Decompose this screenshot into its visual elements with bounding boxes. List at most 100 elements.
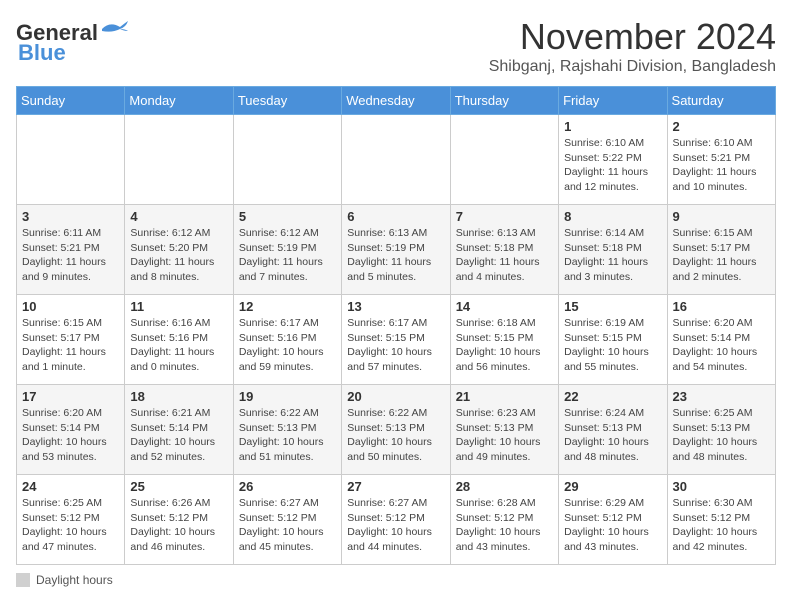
day-info: Sunrise: 6:12 AM Sunset: 5:20 PM Dayligh… xyxy=(130,226,227,285)
calendar-cell: 27 Sunrise: 6:27 AM Sunset: 5:12 PM Dayli… xyxy=(342,475,450,565)
day-number: 2 xyxy=(673,119,770,134)
day-info: Sunrise: 6:15 AM Sunset: 5:17 PM Dayligh… xyxy=(673,226,770,285)
calendar-cell: 29 Sunrise: 6:29 AM Sunset: 5:12 PM Dayli… xyxy=(559,475,667,565)
day-number: 5 xyxy=(239,209,336,224)
day-info: Sunrise: 6:10 AM Sunset: 5:22 PM Dayligh… xyxy=(564,136,661,195)
day-info: Sunrise: 6:10 AM Sunset: 5:21 PM Dayligh… xyxy=(673,136,770,195)
day-number: 17 xyxy=(22,389,119,404)
calendar-cell: 9 Sunrise: 6:15 AM Sunset: 5:17 PM Daylig… xyxy=(667,205,775,295)
day-info: Sunrise: 6:20 AM Sunset: 5:14 PM Dayligh… xyxy=(673,316,770,375)
day-info: Sunrise: 6:24 AM Sunset: 5:13 PM Dayligh… xyxy=(564,406,661,465)
day-info: Sunrise: 6:25 AM Sunset: 5:13 PM Dayligh… xyxy=(673,406,770,465)
day-info: Sunrise: 6:27 AM Sunset: 5:12 PM Dayligh… xyxy=(239,496,336,555)
day-number: 14 xyxy=(456,299,553,314)
location-subtitle: Shibganj, Rajshahi Division, Bangladesh xyxy=(489,58,776,76)
day-number: 26 xyxy=(239,479,336,494)
calendar-header-thursday: Thursday xyxy=(450,87,558,115)
day-number: 20 xyxy=(347,389,444,404)
calendar-cell xyxy=(233,115,341,205)
calendar-cell: 15 Sunrise: 6:19 AM Sunset: 5:15 PM Dayli… xyxy=(559,295,667,385)
day-number: 8 xyxy=(564,209,661,224)
day-number: 29 xyxy=(564,479,661,494)
calendar-cell: 8 Sunrise: 6:14 AM Sunset: 5:18 PM Daylig… xyxy=(559,205,667,295)
day-number: 18 xyxy=(130,389,227,404)
day-number: 10 xyxy=(22,299,119,314)
calendar-cell: 19Sunrise: 6:22 AM Sunset: 5:13 PM Dayli… xyxy=(233,385,341,475)
title-area: November 2024 Shibganj, Rajshahi Divisio… xyxy=(489,16,776,76)
day-info: Sunrise: 6:17 AM Sunset: 5:16 PM Dayligh… xyxy=(239,316,336,375)
calendar-cell: 16 Sunrise: 6:20 AM Sunset: 5:14 PM Dayli… xyxy=(667,295,775,385)
calendar-cell: 7Sunrise: 6:13 AM Sunset: 5:18 PM Daylig… xyxy=(450,205,558,295)
day-info: Sunrise: 6:27 AM Sunset: 5:12 PM Dayligh… xyxy=(347,496,444,555)
calendar-header-tuesday: Tuesday xyxy=(233,87,341,115)
day-number: 15 xyxy=(564,299,661,314)
calendar-cell: 3 Sunrise: 6:11 AM Sunset: 5:21 PM Daylig… xyxy=(17,205,125,295)
calendar-header-wednesday: Wednesday xyxy=(342,87,450,115)
day-info: Sunrise: 6:22 AM Sunset: 5:13 PM Dayligh… xyxy=(347,406,444,465)
day-number: 16 xyxy=(673,299,770,314)
day-info: Sunrise: 6:17 AM Sunset: 5:15 PM Dayligh… xyxy=(347,316,444,375)
calendar-cell: 1Sunrise: 6:10 AM Sunset: 5:22 PM Daylig… xyxy=(559,115,667,205)
day-info: Sunrise: 6:15 AM Sunset: 5:17 PM Dayligh… xyxy=(22,316,119,375)
day-info: Sunrise: 6:28 AM Sunset: 5:12 PM Dayligh… xyxy=(456,496,553,555)
day-number: 30 xyxy=(673,479,770,494)
calendar-cell: 21Sunrise: 6:23 AM Sunset: 5:13 PM Dayli… xyxy=(450,385,558,475)
day-number: 3 xyxy=(22,209,119,224)
calendar-cell: 26 Sunrise: 6:27 AM Sunset: 5:12 PM Dayli… xyxy=(233,475,341,565)
calendar-cell: 10 Sunrise: 6:15 AM Sunset: 5:17 PM Dayli… xyxy=(17,295,125,385)
day-number: 23 xyxy=(673,389,770,404)
day-info: Sunrise: 6:12 AM Sunset: 5:19 PM Dayligh… xyxy=(239,226,336,285)
day-number: 6 xyxy=(347,209,444,224)
calendar-cell: 4Sunrise: 6:12 AM Sunset: 5:20 PM Daylig… xyxy=(125,205,233,295)
calendar-header-saturday: Saturday xyxy=(667,87,775,115)
calendar-cell: 17Sunrise: 6:20 AM Sunset: 5:14 PM Dayli… xyxy=(17,385,125,475)
page-header: General Blue November 2024 Shibganj, Raj… xyxy=(16,16,776,76)
calendar-cell: 18 Sunrise: 6:21 AM Sunset: 5:14 PM Dayli… xyxy=(125,385,233,475)
calendar-cell xyxy=(125,115,233,205)
calendar-header-friday: Friday xyxy=(559,87,667,115)
month-title: November 2024 xyxy=(489,16,776,58)
calendar-cell: 24 Sunrise: 6:25 AM Sunset: 5:12 PM Dayli… xyxy=(17,475,125,565)
day-number: 21 xyxy=(456,389,553,404)
day-info: Sunrise: 6:16 AM Sunset: 5:16 PM Dayligh… xyxy=(130,316,227,375)
calendar-cell: 13 Sunrise: 6:17 AM Sunset: 5:15 PM Dayli… xyxy=(342,295,450,385)
day-info: Sunrise: 6:25 AM Sunset: 5:12 PM Dayligh… xyxy=(22,496,119,555)
day-info: Sunrise: 6:29 AM Sunset: 5:12 PM Dayligh… xyxy=(564,496,661,555)
calendar-cell: 6 Sunrise: 6:13 AM Sunset: 5:19 PM Daylig… xyxy=(342,205,450,295)
day-number: 13 xyxy=(347,299,444,314)
day-number: 22 xyxy=(564,389,661,404)
day-info: Sunrise: 6:30 AM Sunset: 5:12 PM Dayligh… xyxy=(673,496,770,555)
calendar-cell: 23 Sunrise: 6:25 AM Sunset: 5:13 PM Dayli… xyxy=(667,385,775,475)
logo-bird-icon xyxy=(100,19,130,39)
calendar-header-sunday: Sunday xyxy=(17,87,125,115)
calendar-cell: 14Sunrise: 6:18 AM Sunset: 5:15 PM Dayli… xyxy=(450,295,558,385)
calendar-header-monday: Monday xyxy=(125,87,233,115)
day-info: Sunrise: 6:26 AM Sunset: 5:12 PM Dayligh… xyxy=(130,496,227,555)
calendar-table: SundayMondayTuesdayWednesdayThursdayFrid… xyxy=(16,86,776,565)
day-number: 7 xyxy=(456,209,553,224)
legend: Daylight hours xyxy=(16,573,776,587)
legend-box xyxy=(16,573,30,587)
day-number: 27 xyxy=(347,479,444,494)
day-number: 11 xyxy=(130,299,227,314)
calendar-cell: 12Sunrise: 6:17 AM Sunset: 5:16 PM Dayli… xyxy=(233,295,341,385)
day-info: Sunrise: 6:11 AM Sunset: 5:21 PM Dayligh… xyxy=(22,226,119,285)
logo: General Blue xyxy=(16,20,130,66)
calendar-cell xyxy=(17,115,125,205)
logo-general: General xyxy=(16,20,98,45)
day-info: Sunrise: 6:21 AM Sunset: 5:14 PM Dayligh… xyxy=(130,406,227,465)
day-number: 24 xyxy=(22,479,119,494)
calendar-cell xyxy=(342,115,450,205)
day-number: 25 xyxy=(130,479,227,494)
day-number: 9 xyxy=(673,209,770,224)
day-number: 28 xyxy=(456,479,553,494)
calendar-cell: 5 Sunrise: 6:12 AM Sunset: 5:19 PM Daylig… xyxy=(233,205,341,295)
calendar-cell: 2 Sunrise: 6:10 AM Sunset: 5:21 PM Daylig… xyxy=(667,115,775,205)
day-info: Sunrise: 6:19 AM Sunset: 5:15 PM Dayligh… xyxy=(564,316,661,375)
day-number: 19 xyxy=(239,389,336,404)
day-info: Sunrise: 6:14 AM Sunset: 5:18 PM Dayligh… xyxy=(564,226,661,285)
calendar-cell: 25 Sunrise: 6:26 AM Sunset: 5:12 PM Dayli… xyxy=(125,475,233,565)
day-info: Sunrise: 6:13 AM Sunset: 5:19 PM Dayligh… xyxy=(347,226,444,285)
calendar-cell: 28 Sunrise: 6:28 AM Sunset: 5:12 PM Dayli… xyxy=(450,475,558,565)
legend-label: Daylight hours xyxy=(36,573,113,587)
